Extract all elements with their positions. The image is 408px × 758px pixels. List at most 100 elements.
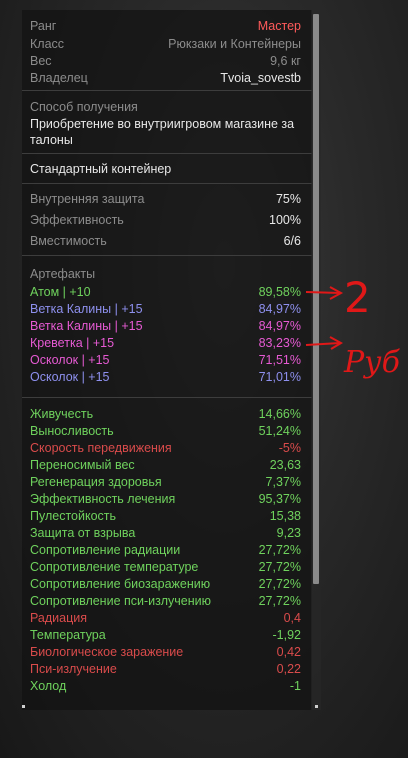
stat-label: Вместимость: [30, 233, 107, 248]
owner-value: Tvoia_sovestb: [220, 70, 301, 85]
effect-row: Сопротивление биозаражению 27,72%: [30, 575, 301, 592]
effect-name: Скорость передвижения: [30, 440, 172, 455]
stat-value: 100%: [269, 212, 301, 227]
effect-name: Сопротивление пси-излучению: [30, 593, 211, 608]
effect-name: Пси-излучение: [30, 661, 117, 676]
effect-row: Регенерация здоровья 7,37%: [30, 473, 301, 490]
artifact-row[interactable]: Осколок | +15 71,51%: [30, 351, 301, 368]
effect-value: -1,92: [272, 627, 302, 642]
divider: [22, 397, 312, 398]
effect-name: Эффективность лечения: [30, 491, 176, 506]
arrowhead: [329, 336, 344, 350]
effect-value: 7,37%: [265, 474, 301, 489]
effect-name: Выносливость: [30, 423, 114, 438]
effect-name: Переносимый вес: [30, 457, 135, 472]
weight-value: 9,6 кг: [270, 53, 301, 68]
effect-name: Сопротивление температуре: [30, 559, 199, 574]
stat-value: 75%: [275, 191, 301, 206]
handwritten-note-2: 2: [344, 273, 371, 322]
owner-row: Владелец Tvoia_sovestb: [30, 69, 301, 86]
corner-marker: [315, 705, 318, 708]
stat-label: Эффективность: [30, 212, 124, 227]
obtain-text-line1: Приобретение во внутриигровом магазине з…: [30, 116, 295, 131]
effect-name: Сопротивление биозаражению: [30, 576, 211, 591]
effect-value: 0,4: [283, 610, 301, 625]
effect-name: Регенерация здоровья: [30, 474, 162, 489]
effect-name: Защита от взрыва: [30, 525, 136, 540]
artifact-row[interactable]: Ветка Калины | +15 84,97%: [30, 300, 301, 317]
scrollbar-thumb[interactable]: [313, 14, 319, 584]
effect-value: 27,72%: [258, 542, 301, 557]
obtain-text-line2: талоны: [30, 132, 73, 147]
stat-row: Эффективность 100%: [30, 211, 301, 228]
item-tooltip-panel: Ранг Мастер Класс Рюкзаки и Контейнеры В…: [22, 10, 312, 710]
artifact-value: 89,58%: [258, 284, 301, 299]
effect-name: Биологическое заражение: [30, 644, 184, 659]
handwritten-note-rub: Руб: [343, 345, 401, 380]
rank-label: Ранг: [30, 18, 57, 33]
artifact-row[interactable]: Креветка | +15 83,23%: [30, 334, 301, 351]
artifacts-title: Артефакты: [30, 266, 96, 281]
effect-value: -5%: [278, 440, 301, 455]
weight-label: Вес: [30, 53, 52, 68]
effect-row: Сопротивление пси-излучению 27,72%: [30, 592, 301, 609]
artifacts-title-row: Артефакты: [30, 265, 301, 282]
divider: [22, 255, 312, 256]
rank-value: Мастер: [257, 18, 301, 33]
effect-row: Защита от взрыва 9,23: [30, 524, 301, 541]
effect-value: 27,72%: [258, 576, 301, 591]
stat-value: 6/6: [283, 233, 301, 248]
artifact-value: 83,23%: [258, 335, 301, 350]
effect-value: 0,42: [276, 644, 301, 659]
effect-row: Температура -1,92: [30, 626, 301, 643]
effect-row: Пулестойкость 15,38: [30, 507, 301, 524]
effect-value: 51,24%: [258, 423, 301, 438]
arrowhead: [329, 286, 344, 300]
effect-row: Эффективность лечения 95,37%: [30, 490, 301, 507]
artifact-name: Осколок | +15: [30, 369, 110, 384]
effect-name: Радиация: [30, 610, 88, 625]
container-type: Стандартный контейнер: [30, 161, 172, 176]
effect-name: Температура: [30, 627, 106, 642]
container-type-row: Стандартный контейнер: [30, 160, 301, 177]
effect-name: Сопротивление радиации: [30, 542, 181, 557]
stat-label: Внутренняя защита: [30, 191, 145, 206]
effect-name: Живучесть: [30, 406, 94, 421]
effect-row: Радиация 0,4: [30, 609, 301, 626]
effect-row: Переносимый вес 23,63: [30, 456, 301, 473]
obtain-line2-row: талоны: [30, 131, 301, 148]
effect-name: Пулестойкость: [30, 508, 117, 523]
effect-value: 9,23: [276, 525, 301, 540]
effect-value: 27,72%: [258, 593, 301, 608]
class-row: Класс Рюкзаки и Контейнеры: [30, 35, 301, 52]
obtain-label-row: Способ получения: [30, 98, 301, 115]
divider: [22, 153, 312, 154]
effect-row: Биологическое заражение 0,42: [30, 643, 301, 660]
effect-row: Сопротивление радиации 27,72%: [30, 541, 301, 558]
artifact-name: Ветка Калины | +15: [30, 318, 143, 333]
effect-row: Сопротивление температуре 27,72%: [30, 558, 301, 575]
effect-row: Холод -1: [30, 677, 301, 694]
artifact-row[interactable]: Атом | +10 89,58%: [30, 283, 301, 300]
effect-row: Пси-излучение 0,22: [30, 660, 301, 677]
owner-label: Владелец: [30, 70, 88, 85]
artifact-row[interactable]: Ветка Калины | +15 84,97%: [30, 317, 301, 334]
stat-row: Вместимость 6/6: [30, 232, 301, 249]
class-value: Рюкзаки и Контейнеры: [168, 36, 301, 51]
scrollbar-track[interactable]: [311, 10, 321, 710]
effect-value: 27,72%: [258, 559, 301, 574]
artifact-name: Ветка Калины | +15: [30, 301, 143, 316]
rank-row: Ранг Мастер: [30, 17, 301, 34]
effect-row: Живучесть 14,66%: [30, 405, 301, 422]
artifact-value: 84,97%: [258, 301, 301, 316]
artifact-name: Осколок | +15: [30, 352, 110, 367]
artifact-row[interactable]: Осколок | +15 71,01%: [30, 368, 301, 385]
obtain-label: Способ получения: [30, 99, 138, 114]
divider: [22, 90, 312, 91]
effect-row: Выносливость 51,24%: [30, 422, 301, 439]
artifact-name: Атом | +10: [30, 284, 91, 299]
effect-value: 23,63: [269, 457, 301, 472]
artifact-value: 84,97%: [258, 318, 301, 333]
weight-row: Вес 9,6 кг: [30, 52, 301, 69]
effect-name: Холод: [30, 678, 67, 693]
